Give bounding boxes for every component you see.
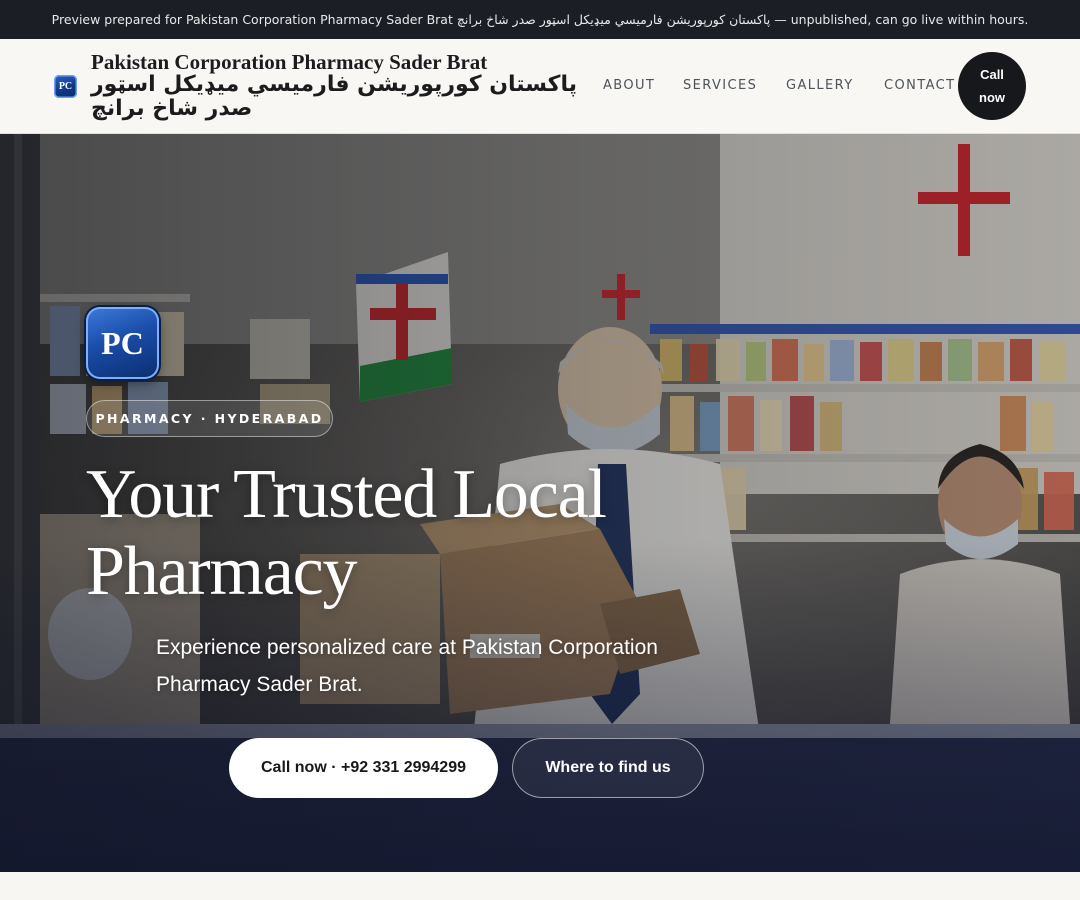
header-call-button[interactable]: Call now: [958, 52, 1026, 120]
nav-link-contact[interactable]: CONTACT: [884, 78, 955, 94]
hero-headline: Your Trusted Local Pharmacy: [86, 456, 607, 610]
nav-link-about[interactable]: ABOUT: [603, 78, 655, 94]
hero-logo-badge: PC: [86, 307, 159, 379]
preview-banner-text: Preview prepared for Pakistan Corporatio…: [51, 12, 1029, 27]
preview-banner: Preview prepared for Pakistan Corporatio…: [0, 0, 1080, 39]
brand-name-urdu[interactable]: پاکستان کورپوریشن فارمیسي میډیکل اسټور ص…: [91, 73, 591, 121]
header-call-label-line1: Call: [980, 67, 1004, 82]
hero-section: PC PHARMACY · HYDERABAD Your Trusted Loc…: [0, 134, 1080, 872]
nav-link-gallery[interactable]: GALLERY: [786, 78, 854, 94]
category-location-tag: PHARMACY · HYDERABAD: [86, 400, 333, 437]
next-section-edge: [0, 872, 1080, 900]
brand-logo-initials: PC: [58, 81, 73, 92]
where-to-find-us-button[interactable]: Where to find us: [512, 738, 704, 798]
nav-link-services[interactable]: SERVICES: [683, 78, 757, 94]
brand-logo[interactable]: PC: [54, 75, 77, 98]
site-header: PC Pakistan Corporation Pharmacy Sader B…: [0, 39, 1080, 134]
call-now-button[interactable]: Call now · +92 331 2994299: [229, 738, 498, 798]
hero-description: Experience personalized care at Pakistan…: [156, 636, 658, 696]
hero-logo-initials: PC: [101, 325, 144, 361]
header-call-label-line2: now: [979, 90, 1005, 105]
